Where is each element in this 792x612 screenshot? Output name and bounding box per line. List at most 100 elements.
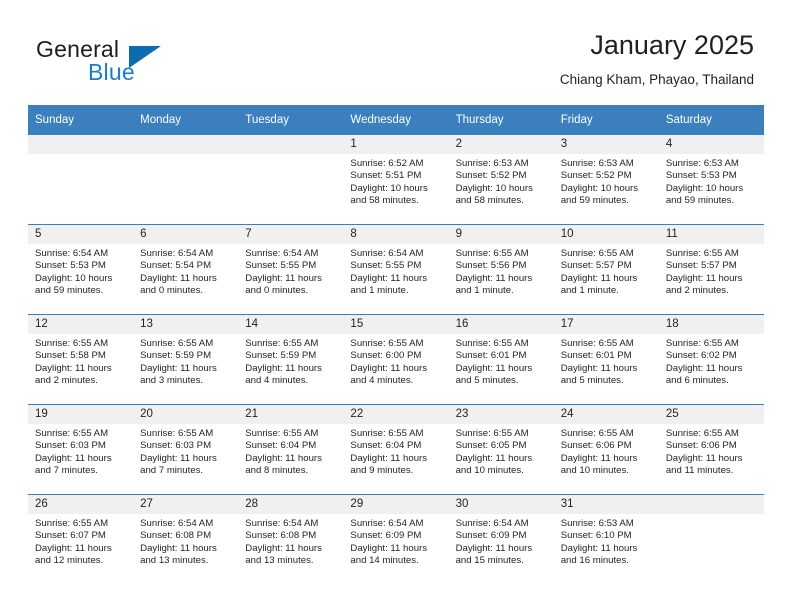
sunset-time: Sunset: 5:54 PM (140, 260, 212, 272)
sunset-time: Sunset: 6:03 PM (140, 440, 212, 452)
calendar-day-cell[interactable]: 1 Sunrise: 6:52 AM Sunset: 5:51 PM Daylight… (343, 134, 449, 225)
day-number: 18 (658, 315, 764, 334)
day-sun-info: Sunrise: 6:55 AM Sunset: 5:57 PM Daylight:… (659, 244, 764, 298)
calendar-day-cell[interactable]: 3 Sunrise: 6:53 AM Sunset: 5:52 PM Daylight… (553, 134, 659, 225)
daylight-duration: Daylight: 10 hours and 59 minutes. (560, 182, 639, 207)
sunset-time: Sunset: 6:10 PM (560, 530, 632, 542)
calendar-day-cell[interactable]: 12 Sunrise: 6:55 AM Sunset: 5:58 PM Dayligh… (28, 314, 134, 405)
calendar-day-cell[interactable]: 30 Sunrise: 6:54 AM Sunset: 6:09 PM Dayligh… (448, 494, 554, 584)
daylight-duration: Daylight: 11 hours and 12 minutes. (35, 542, 112, 567)
calendar-day-cell[interactable]: 22 Sunrise: 6:55 AM Sunset: 6:04 PM Dayligh… (343, 404, 449, 495)
calendar-day-cell[interactable]: 13 Sunrise: 6:55 AM Sunset: 5:59 PM Dayligh… (133, 314, 239, 405)
calendar-day-cell[interactable]: 16 Sunrise: 6:55 AM Sunset: 6:01 PM Dayligh… (448, 314, 554, 405)
calendar-day-cell[interactable]: 6 Sunrise: 6:54 AM Sunset: 5:54 PM Daylight… (133, 224, 239, 315)
calendar-week-row: 12 Sunrise: 6:55 AM Sunset: 5:58 PM Dayligh… (28, 314, 764, 405)
day-sun-info: Sunrise: 6:53 AM Sunset: 5:53 PM Daylight:… (659, 154, 764, 208)
sunset-time: Sunset: 6:06 PM (665, 440, 737, 452)
calendar-week-row: 1 Sunrise: 6:52 AM Sunset: 5:51 PM Daylight… (28, 134, 764, 225)
calendar-day-cell[interactable]: 15 Sunrise: 6:55 AM Sunset: 6:00 PM Dayligh… (343, 314, 449, 405)
calendar-day-cell[interactable]: 10 Sunrise: 6:55 AM Sunset: 5:57 PM Dayligh… (553, 224, 659, 315)
sunset-time: Sunset: 6:04 PM (245, 440, 317, 452)
sunset-time: Sunset: 6:03 PM (35, 440, 106, 452)
calendar-day-cell[interactable]: 14 Sunrise: 6:55 AM Sunset: 5:59 PM Dayligh… (238, 314, 344, 405)
daylight-duration: Daylight: 11 hours and 13 minutes. (140, 542, 217, 567)
day-sun-info: Sunrise: 6:53 AM Sunset: 5:52 PM Daylight:… (449, 154, 554, 208)
sunrise-time: Sunrise: 6:55 AM (350, 428, 424, 439)
calendar-day-cell[interactable]: 26 Sunrise: 6:55 AM Sunset: 6:07 PM Dayligh… (28, 494, 134, 584)
brand-logo[interactable]: General Blue (36, 36, 266, 92)
day-number: 22 (343, 405, 449, 424)
day-number: 27 (133, 495, 239, 514)
day-sun-info: Sunrise: 6:54 AM Sunset: 5:54 PM Daylight:… (133, 244, 238, 298)
weekday-header-friday: Friday (553, 105, 659, 135)
sunset-time: Sunset: 5:51 PM (350, 170, 422, 182)
calendar-day-cell[interactable]: 2 Sunrise: 6:53 AM Sunset: 5:52 PM Daylight… (448, 134, 554, 225)
calendar-day-cell[interactable]: 11 Sunrise: 6:55 AM Sunset: 5:57 PM Dayligh… (658, 224, 764, 315)
sunset-time: Sunset: 6:05 PM (455, 440, 527, 452)
calendar-day-cell[interactable]: 17 Sunrise: 6:55 AM Sunset: 6:01 PM Dayligh… (553, 314, 659, 405)
sunrise-time: Sunrise: 6:55 AM (140, 428, 214, 439)
weekday-header-sunday: Sunday (28, 105, 134, 135)
sunset-time: Sunset: 5:55 PM (245, 260, 317, 272)
sunset-time: Sunset: 6:06 PM (560, 440, 632, 452)
calendar-day-cell[interactable]: 27 Sunrise: 6:54 AM Sunset: 6:08 PM Dayligh… (133, 494, 239, 584)
sunset-time: Sunset: 5:57 PM (560, 260, 632, 272)
calendar-day-cell[interactable]: 25 Sunrise: 6:55 AM Sunset: 6:06 PM Dayligh… (658, 404, 764, 495)
calendar-day-cell[interactable]: 23 Sunrise: 6:55 AM Sunset: 6:05 PM Dayligh… (448, 404, 554, 495)
calendar-day-cell[interactable]: 28 Sunrise: 6:54 AM Sunset: 6:08 PM Dayligh… (238, 494, 344, 584)
day-sun-info: Sunrise: 6:55 AM Sunset: 6:07 PM Daylight:… (28, 514, 133, 568)
day-number: 28 (238, 495, 344, 514)
calendar-day-cell[interactable]: 4 Sunrise: 6:53 AM Sunset: 5:53 PM Daylight… (658, 134, 764, 225)
day-sun-info: Sunrise: 6:55 AM Sunset: 6:01 PM Daylight:… (554, 334, 659, 388)
day-sun-info: Sunrise: 6:54 AM Sunset: 5:55 PM Daylight:… (343, 244, 448, 298)
day-sun-info: Sunrise: 6:55 AM Sunset: 6:01 PM Daylight:… (449, 334, 554, 388)
sunrise-time: Sunrise: 6:54 AM (455, 518, 529, 529)
sunset-time: Sunset: 6:08 PM (245, 530, 317, 542)
day-number: 8 (343, 225, 449, 244)
calendar-page: General Blue January 2025 Chiang Kham, P… (0, 0, 792, 612)
day-sun-info: Sunrise: 6:53 AM Sunset: 5:52 PM Daylight:… (554, 154, 659, 208)
weekday-header-monday: Monday (133, 105, 239, 135)
calendar-day-cell-empty (28, 134, 134, 225)
sunrise-time: Sunrise: 6:55 AM (455, 338, 529, 349)
day-sun-info: Sunrise: 6:54 AM Sunset: 5:53 PM Daylight:… (28, 244, 133, 298)
day-sun-info: Sunrise: 6:54 AM Sunset: 6:09 PM Daylight:… (343, 514, 448, 568)
sunset-time: Sunset: 6:01 PM (455, 350, 527, 362)
day-number: 23 (448, 405, 554, 424)
sunrise-time: Sunrise: 6:53 AM (455, 158, 529, 169)
weekday-header-wednesday: Wednesday (343, 105, 449, 135)
day-sun-info: Sunrise: 6:55 AM Sunset: 6:03 PM Daylight:… (133, 424, 238, 478)
day-number: 1 (343, 135, 449, 154)
day-sun-info: Sunrise: 6:55 AM Sunset: 5:58 PM Daylight:… (28, 334, 133, 388)
day-number: 6 (133, 225, 239, 244)
calendar-week-row: 5 Sunrise: 6:54 AM Sunset: 5:53 PM Daylight… (28, 224, 764, 315)
calendar-day-cell[interactable]: 18 Sunrise: 6:55 AM Sunset: 6:02 PM Dayligh… (658, 314, 764, 405)
calendar-day-cell[interactable]: 5 Sunrise: 6:54 AM Sunset: 5:53 PM Daylight… (28, 224, 134, 315)
sunrise-time: Sunrise: 6:53 AM (560, 158, 634, 169)
sunrise-time: Sunrise: 6:55 AM (455, 428, 529, 439)
daylight-duration: Daylight: 11 hours and 10 minutes. (455, 452, 533, 477)
calendar-day-cell[interactable]: 19 Sunrise: 6:55 AM Sunset: 6:03 PM Dayligh… (28, 404, 134, 495)
sunset-time: Sunset: 6:08 PM (140, 530, 212, 542)
brand-name-blue: Blue (88, 59, 135, 85)
calendar-day-cell[interactable]: 21 Sunrise: 6:55 AM Sunset: 6:04 PM Dayligh… (238, 404, 344, 495)
sunrise-time: Sunrise: 6:52 AM (350, 158, 424, 169)
calendar-day-cell[interactable]: 24 Sunrise: 6:55 AM Sunset: 6:06 PM Dayligh… (553, 404, 659, 495)
calendar-day-cell-empty (658, 494, 764, 584)
page-header: General Blue January 2025 Chiang Kham, P… (0, 0, 792, 103)
day-number: 30 (448, 495, 554, 514)
calendar-day-cell[interactable]: 31 Sunrise: 6:53 AM Sunset: 6:10 PM Dayligh… (553, 494, 659, 584)
sunrise-time: Sunrise: 6:55 AM (455, 248, 529, 259)
day-sun-info: Sunrise: 6:55 AM Sunset: 6:04 PM Daylight:… (238, 424, 343, 478)
calendar-day-cell[interactable]: 29 Sunrise: 6:54 AM Sunset: 6:09 PM Dayligh… (343, 494, 449, 584)
day-number: 26 (28, 495, 134, 514)
calendar-day-cell[interactable]: 7 Sunrise: 6:54 AM Sunset: 5:55 PM Daylight… (238, 224, 344, 315)
sunrise-time: Sunrise: 6:55 AM (35, 428, 109, 439)
daylight-duration: Daylight: 11 hours and 1 minute. (455, 272, 533, 297)
calendar-day-cell[interactable]: 8 Sunrise: 6:54 AM Sunset: 5:55 PM Daylight… (343, 224, 449, 315)
daylight-duration: Daylight: 11 hours and 0 minutes. (140, 272, 217, 297)
calendar-day-cell[interactable]: 9 Sunrise: 6:55 AM Sunset: 5:56 PM Daylight… (448, 224, 554, 315)
calendar-day-cell[interactable]: 20 Sunrise: 6:55 AM Sunset: 6:03 PM Dayligh… (133, 404, 239, 495)
sunset-time: Sunset: 5:52 PM (560, 170, 632, 182)
sunset-time: Sunset: 5:59 PM (140, 350, 212, 362)
